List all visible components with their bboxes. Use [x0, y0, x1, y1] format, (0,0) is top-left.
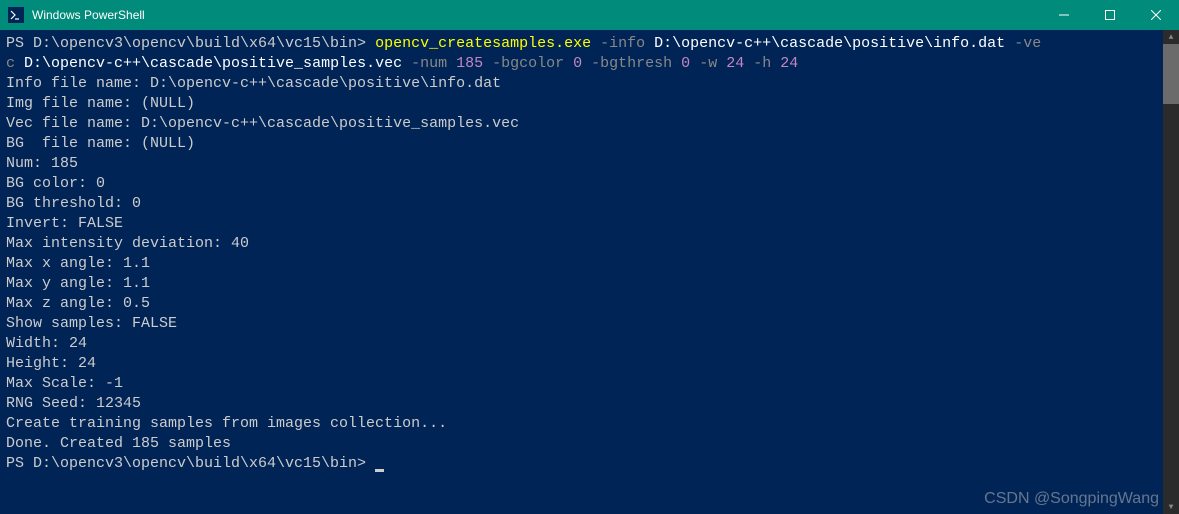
- output-line: Max x angle: 1.1: [6, 254, 1173, 274]
- output-line: BG threshold: 0: [6, 194, 1173, 214]
- output-line: Max Scale: -1: [6, 374, 1173, 394]
- scrollbar-thumb[interactable]: [1163, 44, 1179, 104]
- prompt-path: PS D:\opencv3\opencv\build\x64\vc15\bin>: [6, 455, 375, 472]
- powershell-icon: [8, 7, 24, 23]
- scrollbar[interactable]: ▲ ▼: [1163, 30, 1179, 514]
- val-bgthresh: 0: [681, 55, 690, 72]
- watermark: CSDN @SongpingWang: [984, 490, 1159, 508]
- output-line: Img file name: (NULL): [6, 94, 1173, 114]
- output-line: Max y angle: 1.1: [6, 274, 1173, 294]
- titlebar-left: Windows PowerShell: [0, 7, 145, 23]
- val-bgcolor: 0: [573, 55, 582, 72]
- output-line: Info file name: D:\opencv-c++\cascade\po…: [6, 74, 1173, 94]
- output-line: Max intensity deviation: 40: [6, 234, 1173, 254]
- window-controls: [1041, 0, 1179, 30]
- prompt-path: PS D:\opencv3\opencv\build\x64\vc15\bin>: [6, 35, 375, 52]
- scrollbar-up-arrow[interactable]: ▲: [1163, 30, 1179, 44]
- output-line: BG file name: (NULL): [6, 134, 1173, 154]
- val-num: 185: [456, 55, 483, 72]
- output-line: RNG Seed: 12345: [6, 394, 1173, 414]
- terminal-content[interactable]: PS D:\opencv3\opencv\build\x64\vc15\bin>…: [0, 30, 1179, 514]
- flag-h: -h: [744, 55, 780, 72]
- flag-num: -num: [402, 55, 456, 72]
- titlebar[interactable]: Windows PowerShell: [0, 0, 1179, 30]
- output-line: Vec file name: D:\opencv-c++\cascade\pos…: [6, 114, 1173, 134]
- scrollbar-down-arrow[interactable]: ▼: [1163, 500, 1179, 514]
- close-button[interactable]: [1133, 0, 1179, 30]
- output-line: Height: 24: [6, 354, 1173, 374]
- output-line: Done. Created 185 samples: [6, 434, 1173, 454]
- val-info: D:\opencv-c++\cascade\positive\info.dat: [654, 35, 1005, 52]
- flag-bgcolor: -bgcolor: [483, 55, 573, 72]
- output-line: Max z angle: 0.5: [6, 294, 1173, 314]
- command-exe: opencv_createsamples.exe: [375, 35, 591, 52]
- maximize-button[interactable]: [1087, 0, 1133, 30]
- val-vec: D:\opencv-c++\cascade\positive_samples.v…: [24, 55, 402, 72]
- flag-info: -info: [591, 35, 654, 52]
- flag-bgthresh: -bgthresh: [582, 55, 681, 72]
- output-line: Create training samples from images coll…: [6, 414, 1173, 434]
- window-title: Windows PowerShell: [32, 8, 145, 22]
- val-w: 24: [726, 55, 744, 72]
- cursor: [375, 469, 384, 472]
- output-line: Width: 24: [6, 334, 1173, 354]
- val-h: 24: [780, 55, 798, 72]
- output-line: BG color: 0: [6, 174, 1173, 194]
- flag-w: -w: [690, 55, 726, 72]
- output-line: Show samples: FALSE: [6, 314, 1173, 334]
- output-line: Num: 185: [6, 154, 1173, 174]
- minimize-button[interactable]: [1041, 0, 1087, 30]
- output-line: Invert: FALSE: [6, 214, 1173, 234]
